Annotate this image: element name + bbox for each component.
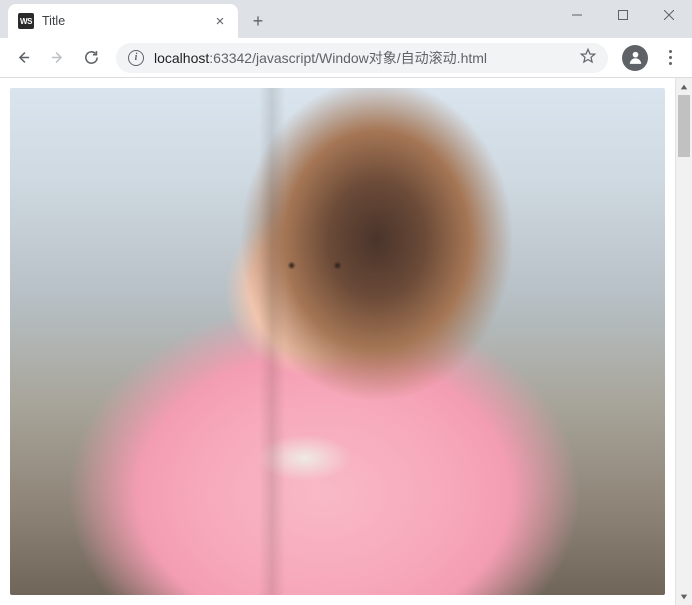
- viewport: [0, 78, 692, 605]
- profile-avatar[interactable]: [622, 45, 648, 71]
- scroll-up-button[interactable]: [676, 78, 692, 95]
- url-host: localhost: [154, 50, 209, 66]
- titlebar: WS Title × +: [0, 0, 692, 38]
- browser-tab[interactable]: WS Title ×: [8, 4, 238, 38]
- window-close-button[interactable]: [646, 0, 692, 30]
- tab-close-button[interactable]: ×: [212, 13, 228, 30]
- content-image: [10, 88, 665, 595]
- favicon: WS: [18, 13, 34, 29]
- scroll-down-button[interactable]: [676, 588, 692, 605]
- forward-button[interactable]: [42, 43, 72, 73]
- minimize-button[interactable]: [554, 0, 600, 30]
- url-path: /javascript/Window对象/自动滚动.html: [252, 50, 487, 66]
- vertical-scrollbar[interactable]: [675, 78, 692, 605]
- tab-title: Title: [42, 14, 204, 28]
- reload-button[interactable]: [76, 43, 106, 73]
- toolbar: i localhost:63342/javascript/Window对象/自动…: [0, 38, 692, 78]
- address-bar[interactable]: i localhost:63342/javascript/Window对象/自动…: [116, 43, 608, 73]
- maximize-button[interactable]: [600, 0, 646, 30]
- window-controls: [554, 0, 692, 30]
- site-info-icon[interactable]: i: [128, 50, 144, 66]
- menu-button[interactable]: [656, 50, 684, 65]
- scroll-thumb[interactable]: [678, 95, 690, 157]
- url-port: :63342: [209, 50, 252, 66]
- back-button[interactable]: [8, 43, 38, 73]
- new-tab-button[interactable]: +: [244, 7, 272, 35]
- url-text: localhost:63342/javascript/Window对象/自动滚动…: [154, 48, 570, 68]
- bookmark-star-icon[interactable]: [580, 48, 596, 67]
- page-content: [0, 78, 675, 605]
